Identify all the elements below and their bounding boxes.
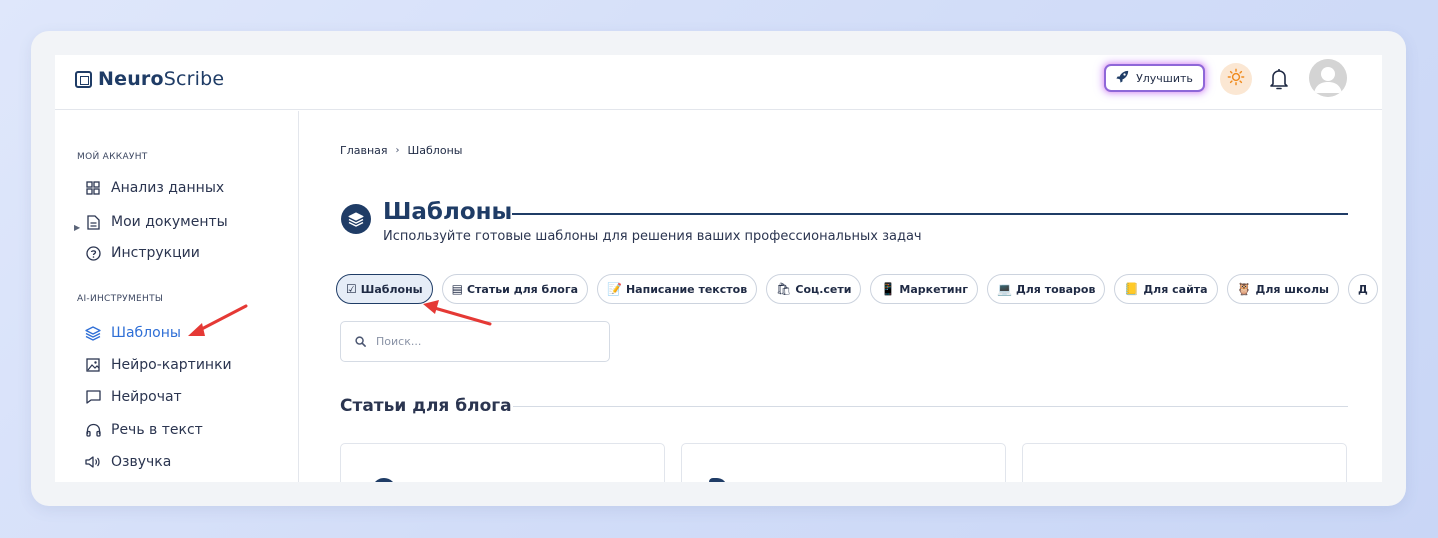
- document-icon: [85, 214, 101, 230]
- tab-label: Маркетинг: [899, 282, 968, 296]
- app-window: NeuroScribe Улучшить МОЙ АККАУНТ Анализ …: [55, 55, 1382, 482]
- expand-caret-icon[interactable]: ▶: [74, 223, 80, 232]
- rocket-icon: [1116, 70, 1129, 86]
- tab-label: Для школы: [1255, 282, 1329, 296]
- upgrade-label: Улучшить: [1136, 71, 1193, 85]
- sidebar-section-account: МОЙ АККАУНТ: [77, 152, 148, 162]
- tab-label: Для сайта: [1143, 282, 1208, 296]
- sun-icon: [1227, 68, 1245, 91]
- tab-for-school[interactable]: 🦉 Для школы: [1226, 274, 1339, 304]
- tab-label: Написание текстов: [625, 282, 748, 296]
- avatar[interactable]: [1309, 59, 1347, 97]
- search-box[interactable]: [340, 321, 610, 362]
- sidebar-item-label: Анализ данных: [111, 180, 225, 196]
- template-card[interactable]: [1022, 443, 1347, 482]
- sidebar-item-label: Озвучка: [111, 454, 172, 470]
- category-tabs: ☑ Шаблоны ▤ Статьи для блога 📝 Написание…: [336, 274, 1382, 304]
- tab-writing-texts[interactable]: 📝 Написание текстов: [597, 274, 758, 304]
- memo-icon: 📝: [607, 282, 622, 296]
- tab-label: Соц.сети: [795, 282, 852, 296]
- sidebar-item-neurochat[interactable]: Нейрочат: [85, 387, 182, 407]
- sidebar-item-templates[interactable]: Шаблоны: [85, 323, 181, 343]
- card-icon: [709, 478, 727, 482]
- theme-toggle-button[interactable]: [1220, 63, 1252, 95]
- shopping-bags-icon: 🛍: [776, 282, 792, 296]
- layers-icon: [85, 325, 101, 341]
- search-icon: [355, 332, 366, 351]
- search-input[interactable]: [376, 335, 596, 348]
- breadcrumb: Главная › Шаблоны: [340, 144, 462, 157]
- sidebar-section-ai-tools: AI-ИНСТРУМЕНТЫ: [77, 294, 164, 304]
- help-icon: [85, 245, 101, 261]
- logo-icon: [75, 70, 92, 88]
- breadcrumb-separator: ›: [395, 145, 400, 156]
- tab-for-products[interactable]: 💻 Для товаров: [987, 274, 1106, 304]
- sidebar-item-label: Шаблоны: [111, 325, 181, 341]
- owl-icon: 🦉: [1236, 282, 1252, 296]
- section-heading-blog: Статьи для блога: [340, 396, 512, 416]
- sidebar-item-label: Инструкции: [111, 245, 200, 261]
- main-content: Главная › Шаблоны Шаблоны Используйте го…: [300, 111, 1382, 482]
- tab-label: Шаблоны: [360, 282, 423, 296]
- tab-label: Статьи для блога: [466, 282, 579, 296]
- sidebar-item-label: Речь в текст: [111, 422, 203, 438]
- chat-icon: [85, 389, 101, 405]
- sidebar-item-instructions[interactable]: Инструкции: [85, 243, 200, 263]
- sidebar-item-label: Нейро-картинки: [111, 357, 232, 373]
- notebook-icon: ▤: [451, 282, 463, 296]
- sidebar-item-neuro-images[interactable]: Нейро-картинки: [85, 355, 232, 375]
- card-icon: [372, 478, 396, 482]
- sidebar: МОЙ АККАУНТ Анализ данных ▶ Мои документ…: [55, 111, 299, 482]
- tab-for-website[interactable]: 📒 Для сайта: [1114, 274, 1218, 304]
- image-icon: [85, 357, 101, 373]
- section-divider: [513, 406, 1348, 407]
- template-card[interactable]: [681, 443, 1006, 482]
- tab-label: Д: [1358, 282, 1368, 296]
- tab-marketing[interactable]: 📱 Маркетинг: [870, 274, 978, 304]
- tab-label: Для товаров: [1015, 282, 1096, 296]
- page-title: Шаблоны: [383, 199, 513, 225]
- title-divider: [512, 213, 1348, 215]
- tab-truncated[interactable]: Д: [1348, 274, 1378, 304]
- phone-icon: 📱: [880, 282, 896, 296]
- sidebar-item-speech-to-text[interactable]: Речь в текст: [85, 420, 203, 440]
- grid-icon: [85, 180, 101, 196]
- checklist-icon: ☑: [346, 282, 357, 296]
- headphones-icon: [85, 422, 101, 438]
- sidebar-item-voiceover[interactable]: Озвучка: [85, 452, 171, 472]
- sidebar-item-data-analysis[interactable]: Анализ данных: [85, 178, 224, 198]
- upgrade-button[interactable]: Улучшить: [1104, 64, 1205, 92]
- bell-icon[interactable]: [1267, 66, 1291, 92]
- template-card[interactable]: [340, 443, 665, 482]
- breadcrumb-current: Шаблоны: [407, 144, 463, 157]
- templates-title-icon: [341, 204, 371, 234]
- sidebar-item-my-documents[interactable]: Мои документы: [85, 212, 228, 232]
- page-subtitle: Используйте готовые шаблоны для решения …: [383, 229, 922, 244]
- ledger-icon: 📒: [1124, 282, 1140, 296]
- tab-social-media[interactable]: 🛍 Соц.сети: [766, 274, 862, 304]
- sidebar-item-label: Нейрочат: [111, 389, 182, 405]
- logo[interactable]: NeuroScribe: [75, 68, 224, 90]
- breadcrumb-home-link[interactable]: Главная: [340, 144, 388, 157]
- logo-text: NeuroScribe: [98, 68, 225, 90]
- tab-blog-articles[interactable]: ▤ Статьи для блога: [441, 274, 589, 304]
- speaker-icon: [85, 454, 101, 470]
- sidebar-item-label: Мои документы: [111, 214, 228, 230]
- tab-templates[interactable]: ☑ Шаблоны: [336, 274, 433, 304]
- top-bar: NeuroScribe Улучшить: [55, 55, 1382, 110]
- laptop-icon: 💻: [997, 282, 1012, 296]
